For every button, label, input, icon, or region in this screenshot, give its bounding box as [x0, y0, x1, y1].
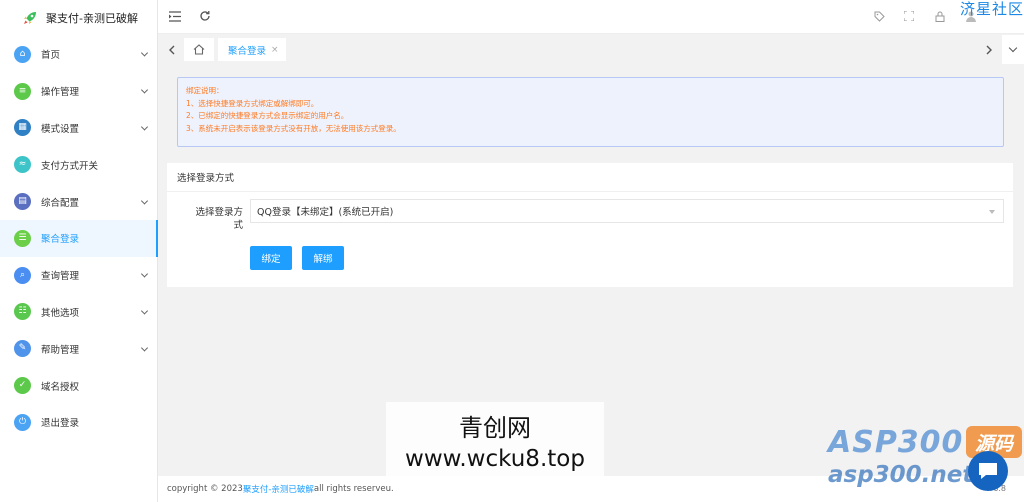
fullscreen-icon[interactable]: [902, 9, 916, 23]
tab-home[interactable]: [184, 38, 214, 61]
tab-aggregated-login[interactable]: 聚合登录 ×: [218, 38, 286, 61]
house-icon: ⌂: [14, 45, 31, 63]
tabs-dropdown-icon[interactable]: [1002, 35, 1024, 64]
login-method-select[interactable]: QQ登录【未绑定】(系统已开启): [250, 199, 1004, 223]
sidebar-item-6[interactable]: ⌕ 查询管理: [0, 257, 157, 294]
sidebar-item-label: 退出登录: [41, 418, 80, 430]
tabs-scroll-right-icon[interactable]: [976, 35, 1002, 64]
sidebar-item-label: 综合配置: [41, 197, 80, 209]
sidebar-item-7[interactable]: ☷ 其他选项: [0, 294, 157, 331]
watermark-box: 青创网 www.wcku8.top: [386, 402, 604, 482]
brand-title: 聚支付-亲测已破解: [46, 12, 138, 25]
lock-icon[interactable]: [933, 9, 947, 23]
chevron-down-icon: [140, 86, 149, 94]
sidebar-item-8[interactable]: ✎ 帮助管理: [0, 330, 157, 367]
chevron-down-icon: [140, 307, 149, 315]
chevron-down-icon: [140, 123, 149, 131]
bind-button[interactable]: 绑定: [250, 246, 292, 270]
tabs-bar: 聚合登录 ×: [158, 35, 1024, 64]
watermark-top-text: 济星社区: [959, 0, 1024, 18]
form-label: 选择登录方式: [195, 207, 243, 231]
tab-close-icon[interactable]: ×: [271, 45, 279, 55]
refresh-icon[interactable]: [198, 9, 212, 23]
sidebar-item-2[interactable]: ▦ 模式设置: [0, 110, 157, 147]
notice-line: 1、选择快捷登录方式绑定或解绑即可。: [186, 98, 319, 108]
list-icon: ≡: [14, 82, 31, 100]
switch-icon: ≈: [14, 156, 31, 174]
chevron-down-icon: [140, 49, 149, 57]
sidebar-item-label: 首页: [41, 50, 61, 62]
asp300-url: asp300.net: [828, 462, 974, 488]
sidebar-item-label: 域名授权: [41, 381, 80, 393]
sidebar-item-label: 操作管理: [41, 87, 80, 99]
chevron-down-icon: [140, 270, 149, 278]
sidebar-item-label: 帮助管理: [41, 344, 80, 356]
sidebar-item-10[interactable]: ⏻ 退出登录: [0, 404, 157, 441]
chevron-down-icon: [140, 344, 149, 352]
sidebar-nav: ⌂ 首页 ≡ 操作管理 ▦ 模式设置 ≈ 支付方式开关 ▤ 综合配置 ☰ 聚合登录 ⌕ 查询管理 ☷ 其他选项…: [0, 36, 158, 441]
menu-collapse-icon[interactable]: [168, 9, 182, 23]
notice-line: 2、已绑定的快捷登录方式会显示绑定的用户名。: [186, 111, 349, 120]
sidebar-item-label: 其他选项: [41, 307, 80, 319]
tab-label: 聚合登录: [228, 45, 267, 57]
watermark-site-name: 青创网: [459, 414, 531, 442]
sidebar-item-3[interactable]: ≈ 支付方式开关: [0, 146, 157, 183]
sidebar-item-0[interactable]: ⌂ 首页: [0, 36, 157, 73]
select-arrow-icon: [989, 210, 995, 214]
binding-notice: 绑定说明： 1、选择快捷登录方式绑定或解绑即可。 2、已绑定的快捷登录方式会显示绑定…: [177, 77, 1004, 147]
chevron-down-icon: [140, 197, 149, 205]
login-method-card: 选择登录方式 选择登录方式 QQ登录【未绑定】(系统已开启) 绑定 解绑: [167, 163, 1013, 287]
shield-icon: ✓: [14, 377, 31, 395]
select-value: QQ登录【未绑定】(系统已开启): [257, 207, 394, 218]
asp300-logo: ASP300: [828, 425, 964, 460]
help-icon: ✎: [14, 340, 31, 358]
chat-icon[interactable]: [968, 451, 1008, 491]
sidebar-item-label: 模式设置: [41, 123, 80, 135]
notice-line: 绑定说明：: [186, 86, 224, 95]
unbind-button[interactable]: 解绑: [302, 246, 344, 270]
watermark-url: www.wcku8.top: [405, 446, 585, 472]
sidebar-item-1[interactable]: ≡ 操作管理: [0, 73, 157, 110]
options-icon: ☷: [14, 303, 31, 321]
footer-link[interactable]: 聚支付-亲测已破解: [243, 483, 314, 495]
sidebar-item-label: 支付方式开关: [41, 160, 99, 172]
tag-icon[interactable]: [872, 9, 886, 23]
top-header: 济星社区: [158, 0, 1024, 34]
sidebar-item-4[interactable]: ▤ 综合配置: [0, 183, 157, 220]
chart-icon: ▦: [14, 119, 31, 137]
footer-prefix: copyright © 2023: [167, 484, 243, 494]
footer-suffix: all rights reserveu.: [313, 484, 394, 494]
sidebar-item-label: 聚合登录: [41, 234, 80, 246]
power-icon: ⏻: [14, 413, 31, 431]
tabs-scroll-left-icon[interactable]: [158, 35, 184, 64]
sidebar-item-5[interactable]: ☰ 聚合登录: [0, 219, 158, 257]
search-icon: ⌕: [14, 266, 31, 284]
notice-line: 3、系统未开启表示该登录方式没有开放，无法使用该方式登录。: [186, 123, 401, 133]
card-title: 选择登录方式: [167, 163, 1013, 192]
sidebar: 聚支付-亲测已破解 ⌂ 首页 ≡ 操作管理 ▦ 模式设置 ≈ 支付方式开关 ▤ 综合配置 ☰ 聚合登录…: [0, 0, 158, 502]
login-icon: ☰: [14, 229, 31, 247]
home-icon: [193, 44, 205, 55]
sidebar-item-9[interactable]: ✓ 域名授权: [0, 367, 157, 404]
rocket-logo-icon: [24, 12, 36, 24]
book-icon: ▤: [14, 193, 31, 211]
brand[interactable]: 聚支付-亲测已破解: [0, 0, 157, 36]
sidebar-item-label: 查询管理: [41, 271, 80, 283]
